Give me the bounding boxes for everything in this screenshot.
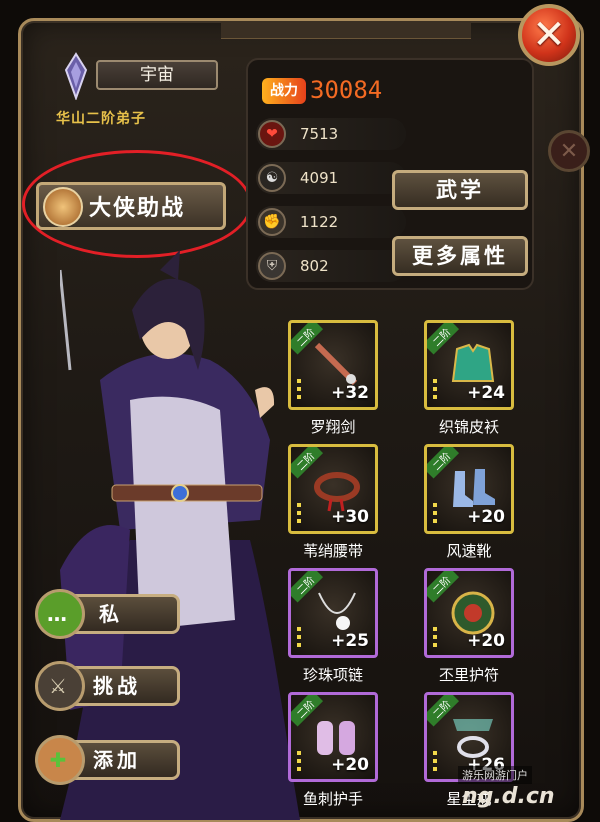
watermark-text: 游乐网游门户	[458, 766, 532, 784]
equip-name: 丕里护符	[438, 666, 499, 684]
equip-name: 织锦皮袄	[438, 418, 499, 436]
star-dots	[433, 627, 437, 651]
header-strip	[221, 21, 471, 39]
equip-frame: 二阶 +20	[424, 444, 514, 534]
enhance-level: +20	[467, 507, 505, 527]
equip-slot-boots[interactable]: 二阶 +20 风速靴	[424, 444, 514, 580]
close-icon: ✕	[532, 12, 566, 58]
chat-icon: …	[35, 589, 85, 639]
close-button[interactable]: ✕	[518, 4, 580, 66]
belt-icon	[314, 472, 360, 512]
background-close-icon: ✕	[548, 130, 590, 172]
star-dots	[297, 751, 301, 775]
stat-row-hp: ❤ 7513	[256, 118, 406, 150]
equip-frame: 二阶 +30	[288, 444, 378, 534]
attack-value: 1122	[300, 213, 339, 231]
watermark-logo: ng.d.cn	[462, 784, 555, 809]
armor-icon	[451, 343, 495, 382]
star-dots	[297, 627, 301, 651]
equip-slot-amulet[interactable]: 二阶 +20 丕里护符	[424, 568, 514, 704]
equip-slot-weapon[interactable]: 二阶 +32 罗翔剑	[288, 320, 378, 456]
rank-badge-icon	[64, 52, 88, 100]
hp-value: 7513	[300, 125, 339, 143]
necklace-icon	[318, 592, 356, 630]
challenge-button[interactable]: ⚔ 挑战	[35, 661, 180, 711]
private-message-button[interactable]: … 私	[35, 589, 180, 639]
enhance-level: +24	[467, 383, 505, 403]
equip-frame: 二阶 +25	[288, 568, 378, 658]
equip-frame: 二阶 +20	[424, 568, 514, 658]
stat-row-attack: ✊ 1122	[256, 206, 406, 238]
equip-slot-belt[interactable]: 二阶 +30 苇绡腰带	[288, 444, 378, 580]
defense-value: 802	[300, 257, 329, 275]
add-friend-button[interactable]: ✚ 添加	[35, 735, 180, 785]
enhance-level: +20	[331, 755, 369, 775]
martial-arts-button[interactable]: 武学	[392, 170, 528, 210]
gloves-icon	[317, 721, 355, 755]
equip-slot-gloves[interactable]: 二阶 +20 鱼刺护手	[288, 692, 378, 822]
crossed-swords-icon: ⚔	[35, 661, 85, 711]
enhance-level: +30	[331, 507, 369, 527]
challenge-label: 挑战	[93, 674, 141, 698]
equip-name: 苇绡腰带	[302, 542, 363, 560]
fist-icon: ✊	[258, 208, 286, 236]
stat-row-internal: ☯ 4091	[256, 162, 406, 194]
enhance-level: +20	[467, 631, 505, 651]
power-value: 30084	[310, 76, 383, 104]
add-label: 添加	[93, 748, 141, 772]
equip-frame: 二阶 +20	[288, 692, 378, 782]
add-friend-icon: ✚	[35, 735, 85, 785]
enhance-level: +25	[331, 631, 369, 651]
star-dots	[433, 503, 437, 527]
equip-frame: 二阶 +24	[424, 320, 514, 410]
equip-name: 罗翔剑	[310, 418, 356, 436]
more-attributes-button[interactable]: 更多属性	[392, 236, 528, 276]
player-name: 宇宙	[96, 60, 218, 90]
star-dots	[433, 751, 437, 775]
equip-frame: 二阶 +32	[288, 320, 378, 410]
equip-slot-armor[interactable]: 二阶 +24 织锦皮袄	[424, 320, 514, 456]
heart-icon: ❤	[258, 120, 286, 148]
power-icon: 战力	[262, 78, 306, 104]
star-dots	[433, 379, 437, 403]
yinyang-icon: ☯	[258, 164, 286, 192]
star-dots	[297, 379, 301, 403]
amulet-icon	[451, 591, 495, 635]
equip-slot-necklace[interactable]: 二阶 +25 珍珠项链	[288, 568, 378, 704]
equip-name: 鱼刺护手	[302, 790, 363, 808]
ring-icon	[453, 719, 493, 758]
star-dots	[297, 503, 301, 527]
internal-value: 4091	[300, 169, 339, 187]
boots-icon	[453, 469, 495, 507]
player-title: 华山二阶弟子	[56, 111, 146, 127]
sword-icon	[314, 342, 358, 386]
hero-character-image	[60, 250, 300, 820]
private-label: 私	[99, 602, 125, 626]
enhance-level: +32	[331, 383, 369, 403]
equip-name: 风速靴	[446, 542, 492, 560]
equip-name: 珍珠项链	[302, 666, 363, 684]
